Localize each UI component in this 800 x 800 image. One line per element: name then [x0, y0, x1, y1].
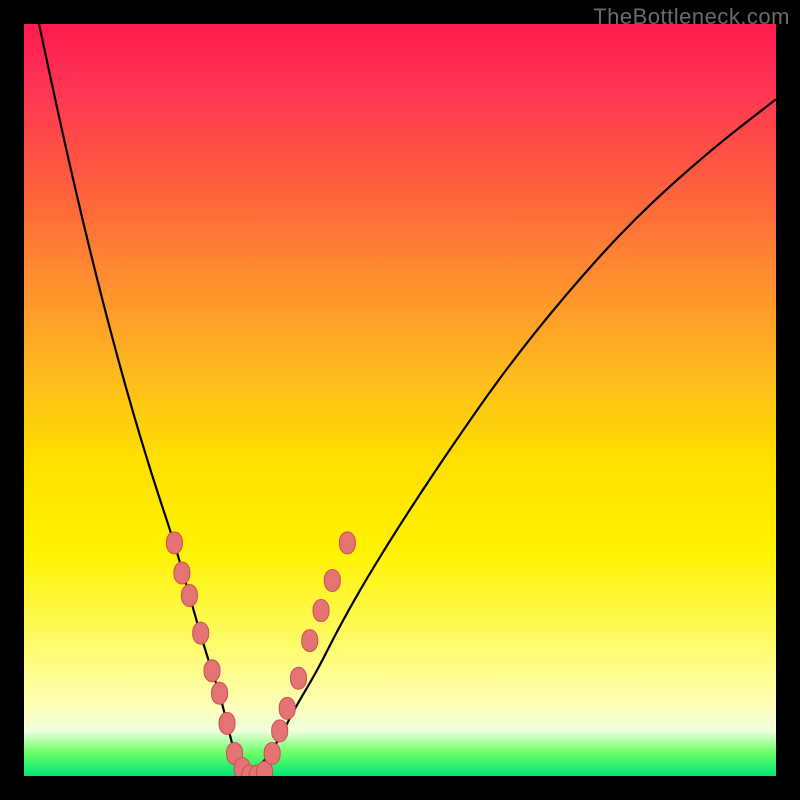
data-marker: [324, 569, 340, 591]
data-marker: [264, 742, 280, 764]
data-marker: [204, 660, 220, 682]
data-marker: [174, 562, 190, 584]
curve-right-branch: [250, 99, 776, 776]
data-markers: [166, 532, 355, 776]
chart-plot-area: [24, 24, 776, 776]
data-marker: [219, 712, 235, 734]
data-marker: [339, 532, 355, 554]
chart-svg: [24, 24, 776, 776]
data-marker: [193, 622, 209, 644]
data-marker: [279, 697, 295, 719]
data-marker: [181, 585, 197, 607]
data-marker: [313, 600, 329, 622]
data-marker: [272, 720, 288, 742]
data-marker: [166, 532, 182, 554]
data-marker: [302, 630, 318, 652]
watermark-text: TheBottleneck.com: [593, 4, 790, 30]
data-marker: [212, 682, 228, 704]
data-marker: [290, 667, 306, 689]
